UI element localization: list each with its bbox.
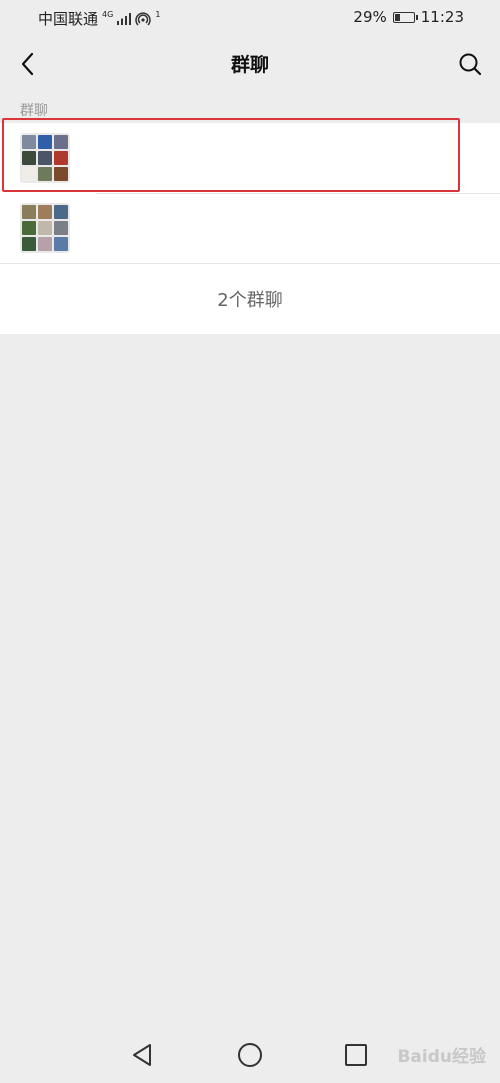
- battery-level-fill: [394, 13, 400, 21]
- member-avatar: [54, 237, 68, 251]
- search-icon: [459, 53, 482, 76]
- member-avatar: [22, 167, 36, 181]
- member-avatar: [38, 205, 52, 219]
- system-recents-button[interactable]: [338, 1037, 374, 1073]
- group-avatar: [20, 203, 70, 253]
- status-left: 中国联通 4G 1: [38, 8, 160, 29]
- system-back-button[interactable]: [124, 1037, 160, 1073]
- member-avatar: [38, 221, 52, 235]
- group-count: 2个群聊: [0, 263, 500, 334]
- system-home-button[interactable]: [232, 1037, 268, 1073]
- group-item-1[interactable]: [0, 123, 500, 193]
- hotspot-count: 1: [155, 9, 161, 19]
- hotspot-icon: [135, 11, 151, 26]
- clock: 11:23: [420, 8, 464, 26]
- member-avatar: [22, 151, 36, 165]
- watermark-logo: Baidu经验: [397, 1047, 486, 1067]
- member-avatar: [22, 135, 36, 149]
- member-avatar: [54, 205, 68, 219]
- nav-bar: 群聊: [0, 36, 500, 92]
- member-avatar: [54, 167, 68, 181]
- member-avatar: [38, 237, 52, 251]
- group-avatar: [20, 133, 70, 183]
- system-nav-bar: Baidu经验: [0, 1027, 500, 1083]
- member-avatar: [38, 135, 52, 149]
- triangle-back-icon: [133, 1044, 151, 1066]
- section-label: 群聊: [20, 103, 48, 119]
- member-avatar: [22, 237, 36, 251]
- circle-home-icon: [238, 1043, 262, 1067]
- battery-percent: 29%: [353, 8, 387, 26]
- status-bar: 中国联通 4G 1 29% 11:23: [0, 0, 500, 36]
- member-avatar: [38, 167, 52, 181]
- member-avatar: [54, 221, 68, 235]
- carrier-name: 中国联通: [38, 10, 99, 28]
- member-avatar: [22, 221, 36, 235]
- status-right: 29% 11:23: [353, 8, 464, 26]
- group-list: 2个群聊: [0, 123, 500, 334]
- square-recents-icon: [345, 1044, 367, 1066]
- battery-icon: [392, 11, 418, 23]
- member-avatar: [54, 135, 68, 149]
- member-avatar: [54, 151, 68, 165]
- page-title: 群聊: [230, 54, 269, 76]
- member-avatar: [22, 205, 36, 219]
- network-type: 4G: [102, 9, 114, 19]
- signal-icon: [117, 12, 132, 25]
- search-button[interactable]: [452, 46, 488, 82]
- member-avatar: [38, 151, 52, 165]
- group-item-2[interactable]: [0, 193, 500, 263]
